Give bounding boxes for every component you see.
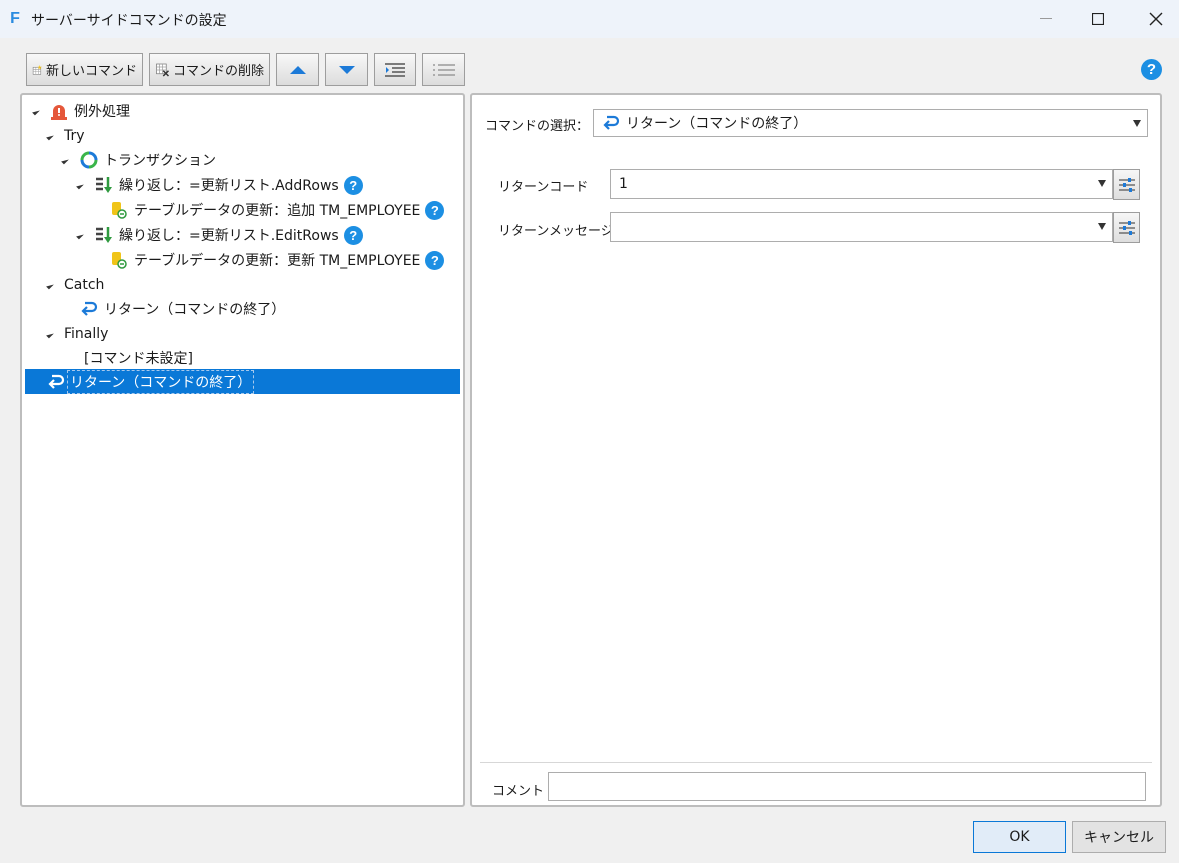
cancel-button[interactable]: キャンセル [1072, 821, 1166, 853]
command-detail-panel: コマンドの選択： リターン（コマンドの終了） リターンコード 1 リターンメッセ… [470, 93, 1162, 807]
help-icon[interactable]: ? [1141, 59, 1162, 80]
command-select-dropdown[interactable]: リターン（コマンドの終了） [593, 109, 1148, 137]
help-icon[interactable]: ? [425, 250, 445, 270]
tree-item-label: Catch [64, 277, 105, 293]
close-button[interactable] [1133, 0, 1179, 38]
tree-item-transaction[interactable]: トランザクション [61, 148, 216, 172]
outdent-button[interactable] [422, 53, 465, 86]
tree-item-label: テーブルデータの更新：追加 TM_EMPLOYEE [134, 203, 421, 219]
exception-icon [51, 105, 67, 120]
delete-command-icon [156, 63, 170, 77]
help-icon[interactable]: ? [343, 175, 363, 195]
tree-item-try[interactable]: Try [46, 124, 85, 148]
tree-item-selected[interactable]: リターン（コマンドの終了） [25, 369, 460, 394]
tree-item-label: リターン（コマンドの終了） [104, 302, 286, 318]
move-down-button[interactable] [325, 53, 368, 86]
new-command-icon [32, 64, 42, 75]
indent-icon [385, 62, 405, 77]
return-message-settings-button[interactable] [1113, 212, 1140, 243]
return-code-label: リターンコード [498, 180, 589, 195]
return-code-settings-button[interactable] [1113, 169, 1140, 200]
expand-caret-icon[interactable] [32, 107, 40, 116]
expand-caret-icon[interactable] [76, 231, 84, 240]
tree-item-label: テーブルデータの更新：更新 TM_EMPLOYEE [134, 253, 421, 269]
move-up-button[interactable] [276, 53, 319, 86]
return-code-field[interactable]: 1 [610, 169, 1113, 199]
tree-item-label: Finally [64, 326, 109, 342]
outdent-icon [432, 63, 455, 76]
tree-item-label: リターン（コマンドの終了） [67, 369, 255, 394]
transaction-icon [80, 151, 98, 169]
ok-button[interactable]: OK [973, 821, 1066, 853]
return-message-field[interactable] [610, 212, 1113, 242]
table-update-icon [112, 202, 127, 219]
return-icon [81, 301, 98, 316]
return-message-label: リターンメッセージ [498, 224, 614, 239]
tree-item-catch[interactable]: Catch [46, 273, 105, 297]
window-title: サーバーサイドコマンドの設定 [31, 13, 227, 29]
tree-item-loop-editrows[interactable]: 繰り返し：=更新リスト.EditRows ? [76, 223, 363, 247]
expand-caret-icon[interactable] [46, 132, 54, 141]
tree-item-label: [コマンド未設定] [84, 351, 193, 367]
help-icon[interactable]: ? [343, 225, 363, 245]
command-select-label: コマンドの選択： [485, 119, 590, 134]
return-icon [603, 115, 620, 130]
loop-icon [96, 227, 112, 243]
tree-item-label: 繰り返し：=更新リスト.AddRows [119, 178, 339, 194]
tree-item-loop-addrows[interactable]: 繰り返し：=更新リスト.AddRows ? [76, 173, 363, 197]
selected-row-content: リターン（コマンドの終了） [47, 369, 255, 394]
arrow-down-icon [338, 65, 355, 74]
title-bar: F サーバーサイドコマンドの設定 [0, 0, 1179, 38]
arrow-up-icon [289, 65, 306, 74]
expand-caret-icon[interactable] [76, 181, 84, 190]
comment-label: コメント [492, 784, 545, 799]
maximize-button[interactable] [1075, 0, 1121, 38]
settings-sliders-icon [1118, 177, 1135, 192]
chevron-down-icon [1098, 223, 1106, 230]
minimize-button[interactable] [1023, 0, 1069, 38]
app-icon: F [10, 10, 20, 27]
new-command-label: 新しいコマンド [45, 64, 137, 79]
tree-item-update-edit[interactable]: テーブルデータの更新：更新 TM_EMPLOYEE ? [110, 248, 445, 272]
help-icon[interactable]: ? [425, 200, 445, 220]
divider [480, 762, 1152, 763]
tree-item-label: Try [64, 128, 85, 144]
close-icon [1149, 12, 1163, 26]
tree-item-label: トランザクション [104, 153, 216, 169]
settings-sliders-icon [1118, 220, 1135, 235]
table-update-icon [112, 252, 127, 269]
new-command-button[interactable]: 新しいコマンド [26, 53, 143, 86]
command-tree[interactable]: 例外処理 Try トランザクション 繰り返し：=更新リスト.AddRows ? [20, 93, 465, 807]
tree-item-label: 例外処理 [74, 104, 130, 120]
indent-button[interactable] [374, 53, 416, 86]
chevron-down-icon [1098, 180, 1106, 187]
chevron-down-icon [1133, 120, 1141, 127]
comment-input[interactable] [548, 772, 1146, 801]
expand-caret-icon[interactable] [46, 281, 54, 290]
tree-item-catch-return[interactable]: リターン（コマンドの終了） [80, 297, 285, 321]
tree-item-finally[interactable]: Finally [46, 322, 109, 346]
command-select-value: リターン（コマンドの終了） [626, 116, 808, 132]
return-icon [48, 374, 65, 389]
tree-item-exception[interactable]: 例外処理 [32, 99, 130, 123]
minimize-icon [1040, 18, 1052, 19]
delete-command-button[interactable]: コマンドの削除 [149, 53, 270, 86]
delete-command-label: コマンドの削除 [172, 64, 264, 79]
loop-icon [96, 177, 112, 193]
maximize-icon [1092, 13, 1104, 25]
expand-caret-icon[interactable] [61, 156, 69, 165]
tree-item-update-add[interactable]: テーブルデータの更新：追加 TM_EMPLOYEE ? [110, 198, 445, 222]
expand-caret-icon[interactable] [46, 330, 54, 339]
tree-item-label: 繰り返し：=更新リスト.EditRows [119, 228, 339, 244]
return-code-value: 1 [619, 176, 628, 192]
tree-item-unset[interactable]: [コマンド未設定] [84, 346, 193, 370]
